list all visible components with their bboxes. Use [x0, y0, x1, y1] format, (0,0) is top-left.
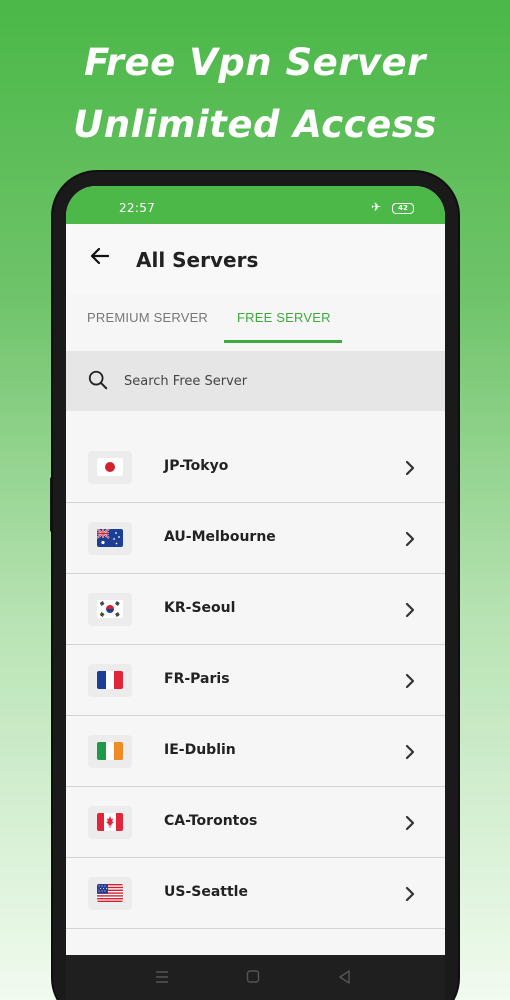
phone-screen: 22:57 ✈ 42 All Servers PREMIUM SERVER FR… [66, 186, 445, 1000]
server-name: FR-Paris [164, 671, 230, 687]
flag-container [88, 735, 132, 768]
tab-free-server[interactable]: FREE SERVER [237, 310, 331, 325]
list-item[interactable]: CA-Torontos [66, 787, 445, 858]
search-bar [66, 351, 445, 411]
home-icon[interactable] [244, 969, 262, 985]
canada-flag-icon [97, 813, 123, 831]
server-name: JP-Tokyo [164, 458, 229, 474]
app-bar: All Servers [66, 224, 445, 294]
chevron-right-icon [405, 744, 415, 760]
server-name: AU-Melbourne [164, 529, 276, 545]
list-item[interactable]: KR-Seoul [66, 574, 445, 645]
battery-icon: 42 [392, 203, 414, 214]
status-bar: 22:57 ✈ 42 [66, 186, 445, 224]
menu-icon[interactable] [153, 969, 171, 985]
flag-container [88, 593, 132, 626]
tab-selected-indicator [224, 340, 342, 343]
south-korea-flag-icon [97, 600, 123, 618]
headline-line-1: Free Vpn Server [84, 41, 426, 84]
chevron-right-icon [405, 602, 415, 618]
server-name: CA-Torontos [164, 813, 258, 829]
server-name: KR-Seoul [164, 600, 236, 616]
page-title: All Servers [136, 248, 259, 272]
flag-container [88, 877, 132, 910]
japan-flag-icon [97, 458, 123, 476]
chevron-right-icon [405, 815, 415, 831]
flag-container [88, 664, 132, 697]
chevron-right-icon [405, 460, 415, 476]
chevron-right-icon [405, 673, 415, 689]
server-name: IE-Dublin [164, 742, 236, 758]
chevron-right-icon [405, 886, 415, 902]
chevron-right-icon [405, 531, 415, 547]
tab-premium-server[interactable]: PREMIUM SERVER [87, 310, 208, 325]
list-item[interactable]: AU-Melbourne [66, 503, 445, 574]
system-navigation-bar [66, 955, 445, 1000]
airplane-mode-icon: ✈ [371, 200, 382, 214]
list-item[interactable]: US-Seattle [66, 858, 445, 929]
arrow-left-icon[interactable] [88, 244, 112, 268]
france-flag-icon [97, 671, 123, 689]
flag-container [88, 451, 132, 484]
usa-flag-icon [97, 884, 123, 902]
search-icon [88, 370, 108, 390]
server-name: US-Seattle [164, 884, 248, 900]
server-list: JP-Tokyo AU-Melbourne KR-Seoul FR-Paris … [66, 432, 445, 929]
search-input[interactable] [124, 369, 424, 393]
list-item[interactable]: IE-Dublin [66, 716, 445, 787]
flag-container [88, 522, 132, 555]
list-item[interactable]: JP-Tokyo [66, 432, 445, 503]
list-item[interactable]: FR-Paris [66, 645, 445, 716]
promo-headline: Free Vpn Server Unlimited Access [0, 32, 510, 156]
battery-level: 42 [398, 204, 408, 212]
server-tabs: PREMIUM SERVER FREE SERVER [66, 294, 445, 346]
headline-line-2: Unlimited Access [73, 103, 437, 146]
status-time: 22:57 [119, 201, 156, 215]
flag-container [88, 806, 132, 839]
australia-flag-icon [97, 529, 123, 547]
back-triangle-icon[interactable] [336, 969, 354, 985]
ireland-flag-icon [97, 742, 123, 760]
